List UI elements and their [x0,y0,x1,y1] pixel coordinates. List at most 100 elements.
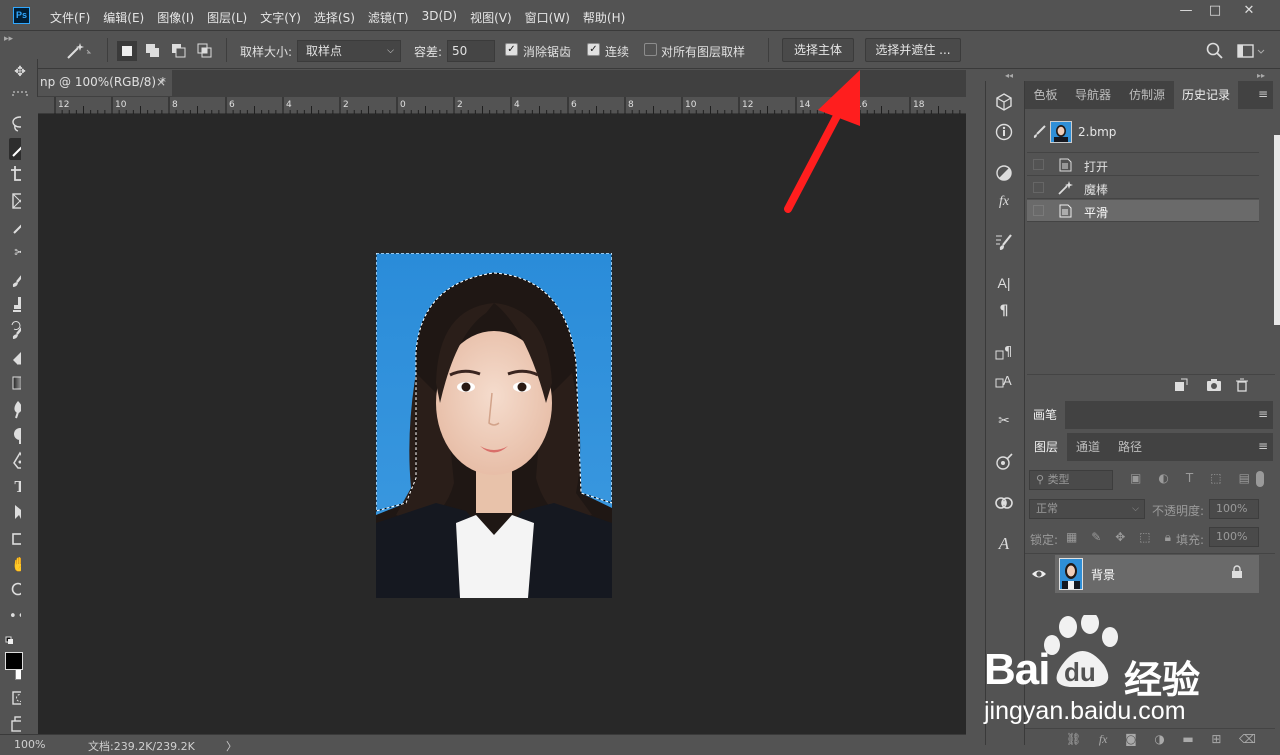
expand-icon[interactable]: ▸▸ [1257,71,1265,80]
intersect-selection-icon[interactable] [195,41,215,61]
source-checkbox[interactable] [1033,205,1044,216]
new-group-icon[interactable]: ▬ [1182,732,1193,748]
lock-pixels-icon[interactable]: ✎ [1091,530,1101,546]
menu-edit[interactable]: 编辑(E) [103,9,144,26]
minimize-button[interactable]: — [1171,2,1201,22]
adjustments-icon[interactable] [993,162,1015,184]
history-brush-source-icon[interactable] [1031,124,1047,140]
properties-icon[interactable] [993,451,1015,473]
3d-icon[interactable] [993,91,1015,113]
sample-size-select[interactable]: 取样点 ⌵ [297,40,401,62]
source-checkbox[interactable] [1033,159,1044,170]
menu-filter[interactable]: 滤镜(T) [368,9,409,26]
tab-swatches[interactable]: 色板 [1025,81,1066,109]
blend-mode-select[interactable]: 正常 ⌵ [1029,499,1145,519]
adjustment-layer-icon[interactable]: ◑ [1154,732,1164,748]
tab-channels[interactable]: 通道 [1067,433,1109,461]
close-button[interactable]: ✕ [1234,2,1264,22]
workspace-icon[interactable] [1236,41,1266,61]
select-and-mask-button[interactable]: 选择并遮住 ... [865,38,961,62]
menu-file[interactable]: 文件(F) [50,9,90,26]
camera-icon[interactable] [1206,378,1222,392]
lock-artboard-icon[interactable]: ⬚ [1139,530,1150,546]
antialias-checkbox[interactable]: ✓ [505,43,518,56]
layer-filter-select[interactable]: ⚲ 类型 [1029,470,1113,490]
layer-row-background[interactable]: 背景 [1055,555,1259,593]
paragraph-icon[interactable]: ¶ [993,300,1015,322]
lock-position-icon[interactable]: ✥ [1115,530,1125,546]
status-arrow-icon[interactable]: 〉 [226,738,237,754]
character-styles-icon[interactable]: A [993,369,1015,391]
glyphs-icon[interactable]: A [993,533,1015,555]
foreground-color-swatch[interactable] [5,652,23,670]
panel-menu-icon[interactable]: ≡ [1258,87,1268,101]
collapse-icon[interactable]: ▸▸ [4,34,13,44]
link-layers-icon[interactable]: ⛓ [1066,732,1081,748]
layer-name[interactable]: 背景 [1091,566,1115,583]
pixel-filter-icon[interactable]: ▣ [1130,471,1141,489]
portrait-photo[interactable] [376,253,612,598]
menu-type[interactable]: 文字(Y) [260,9,301,26]
document-tab[interactable]: np @ 100%(RGB/8) * × [38,70,172,96]
new-selection-icon[interactable] [117,41,137,61]
paragraph-styles-icon[interactable]: ¶ [993,341,1015,363]
trash-icon[interactable] [1235,378,1249,392]
add-selection-icon[interactable] [143,41,163,61]
collapse-icon[interactable]: ◂◂ [1005,71,1013,80]
tab-paths[interactable]: 路径 [1109,433,1151,461]
snapshot-thumbnail[interactable] [1050,121,1072,143]
adjustment-filter-icon[interactable]: ◐ [1158,471,1168,489]
maximize-button[interactable]: □ [1200,2,1230,22]
libraries-icon[interactable] [993,492,1015,514]
tab-clone-source[interactable]: 仿制源 [1120,81,1174,109]
brush-settings-icon[interactable] [993,231,1015,253]
fill-input[interactable]: 100% [1209,527,1259,547]
zoom-level[interactable]: 100% [14,738,45,751]
sample-all-checkbox[interactable] [644,43,657,56]
menu-layer[interactable]: 图层(L) [207,9,247,26]
panel-scrollbar[interactable] [1274,135,1280,325]
eye-visibility-icon[interactable] [1031,567,1047,581]
history-state-open[interactable]: 打开 [1027,154,1259,176]
smart-object-filter-icon[interactable]: ▤ [1239,471,1250,489]
panel-menu-icon[interactable]: ≡ [1258,407,1268,421]
contiguous-checkbox[interactable]: ✓ [587,43,600,56]
lock-all-icon[interactable]: 🔒︎ [1165,530,1171,546]
tab-close-icon[interactable]: × [156,70,166,94]
menu-window[interactable]: 窗口(W) [525,9,570,26]
tool-presets-icon[interactable]: ✂ [993,410,1015,432]
source-checkbox[interactable] [1033,182,1044,193]
opacity-input[interactable]: 100% [1209,499,1259,519]
type-filter-icon[interactable]: T [1186,471,1193,489]
select-subject-button[interactable]: 选择主体 [782,38,854,62]
lock-transparency-icon[interactable]: ▦ [1066,530,1077,546]
shape-filter-icon[interactable]: ⬚ [1210,471,1221,489]
tab-navigator[interactable]: 导航器 [1066,81,1120,109]
new-layer-icon[interactable]: ⊞ [1211,732,1221,748]
delete-layer-icon[interactable]: ⌫ [1239,732,1256,748]
menu-view[interactable]: 视图(V) [470,9,512,26]
snapshot-name[interactable]: 2.bmp [1078,125,1116,139]
magic-wand-preset-icon[interactable] [64,40,92,62]
layer-mask-icon[interactable]: ◙ [1125,732,1137,748]
menu-3d[interactable]: 3D(D) [422,9,457,26]
menu-image[interactable]: 图像(I) [157,9,194,26]
history-state-magic-wand[interactable]: 魔棒 [1027,177,1259,199]
new-document-from-state-icon[interactable] [1174,378,1188,392]
tolerance-input[interactable]: 50 [447,40,495,62]
history-state-smooth[interactable]: 平滑 [1027,200,1259,222]
panel-menu-icon[interactable]: ≡ [1258,439,1268,453]
layer-style-icon[interactable]: fx [1099,732,1108,748]
styles-fx-icon[interactable]: fx [993,191,1015,213]
menu-select[interactable]: 选择(S) [314,9,355,26]
move-tool-icon[interactable]: ✥ [9,61,31,83]
subtract-selection-icon[interactable] [169,41,189,61]
character-icon[interactable]: A| [993,272,1015,294]
tab-brush[interactable]: 画笔 [1025,401,1065,429]
search-icon[interactable] [1205,41,1225,61]
info-icon[interactable] [993,121,1015,143]
menu-help[interactable]: 帮助(H) [583,9,625,26]
lock-icon[interactable] [1231,565,1243,579]
tab-layers[interactable]: 图层 [1025,433,1067,461]
tab-history[interactable]: 历史记录 [1174,81,1238,109]
